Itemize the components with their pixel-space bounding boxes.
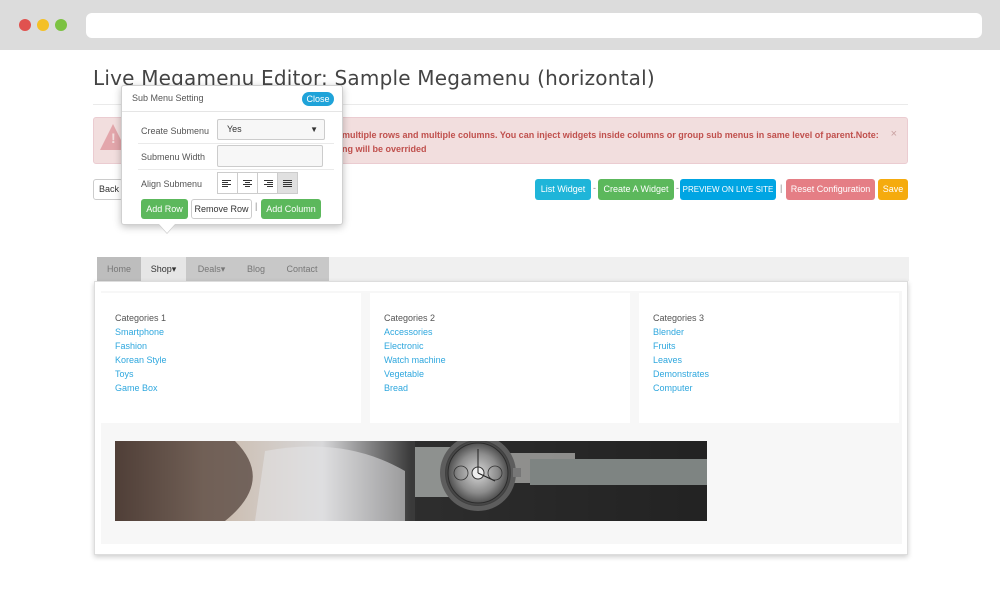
- select-caret-icon: ▼: [310, 125, 318, 134]
- align-button-group: [217, 172, 298, 194]
- list-widget-button[interactable]: List Widget: [535, 179, 591, 200]
- create-submenu-value: Yes: [227, 124, 242, 134]
- submenu-width-input[interactable]: [217, 145, 323, 167]
- alert-text-line1: multiple rows and multiple columns. You …: [342, 130, 879, 140]
- category-link[interactable]: Korean Style: [115, 355, 167, 365]
- category-link[interactable]: Fruits: [653, 341, 676, 351]
- address-bar[interactable]: [86, 13, 982, 38]
- popover-divider: [122, 111, 342, 112]
- submenu-width-label: Submenu Width: [141, 152, 206, 162]
- category-link[interactable]: Leaves: [653, 355, 682, 365]
- alert-text-line2: ng will be overrided: [342, 144, 427, 154]
- category-link[interactable]: Fashion: [115, 341, 147, 351]
- save-button[interactable]: Save: [878, 179, 908, 200]
- category-link[interactable]: Bread: [384, 383, 408, 393]
- menu-item-home[interactable]: Home: [97, 257, 141, 281]
- create-submenu-label: Create Submenu: [141, 126, 210, 136]
- row-divider: [138, 143, 334, 144]
- reset-configuration-button[interactable]: Reset Configuration: [786, 179, 875, 200]
- category-link[interactable]: Watch machine: [384, 355, 446, 365]
- megamenu-bar: Home Shop▾ Deals▾ Blog Contact: [97, 257, 909, 281]
- button-separator: |: [255, 201, 258, 211]
- banner-graphic: [115, 441, 707, 521]
- window-close-dot[interactable]: [19, 19, 31, 31]
- category-link[interactable]: Smartphone: [115, 327, 164, 337]
- category-link[interactable]: Electronic: [384, 341, 424, 351]
- window-minimize-dot[interactable]: [37, 19, 49, 31]
- menu-item-shop[interactable]: Shop▾: [141, 257, 186, 281]
- column-title: Categories 1: [115, 313, 167, 323]
- create-widget-button[interactable]: Create A Widget: [598, 179, 674, 200]
- submenu-column[interactable]: Categories 3 Blender Fruits Leaves Demon…: [639, 293, 899, 423]
- menu-item-contact[interactable]: Contact: [275, 257, 329, 281]
- column-title: Categories 2: [384, 313, 436, 323]
- watch-banner-image[interactable]: [115, 441, 707, 521]
- window-maximize-dot[interactable]: [55, 19, 67, 31]
- create-submenu-select[interactable]: Yes ▼: [217, 119, 325, 140]
- category-link[interactable]: Game Box: [115, 383, 158, 393]
- align-justify-icon[interactable]: [277, 172, 298, 194]
- browser-chrome: [0, 0, 1000, 50]
- category-link[interactable]: Computer: [653, 383, 693, 393]
- category-link[interactable]: Accessories: [384, 327, 433, 337]
- row-divider: [138, 169, 334, 170]
- menu-item-deals[interactable]: Deals▾: [186, 257, 237, 281]
- align-center-icon[interactable]: [237, 172, 258, 194]
- category-link[interactable]: Toys: [115, 369, 134, 379]
- align-submenu-label: Align Submenu: [141, 179, 203, 189]
- align-left-icon[interactable]: [217, 172, 238, 194]
- submenu-content: Categories 1 Smartphone Fashion Korean S…: [101, 291, 902, 544]
- category-link[interactable]: Vegetable: [384, 369, 424, 379]
- remove-row-button[interactable]: Remove Row: [191, 199, 252, 219]
- submenu-column[interactable]: Categories 2 Accessories Electronic Watc…: [370, 293, 630, 423]
- add-column-button[interactable]: Add Column: [261, 199, 321, 219]
- menu-item-blog[interactable]: Blog: [237, 257, 275, 281]
- submenu-setting-popover: Sub Menu Setting Close Create Submenu Ye…: [121, 85, 343, 233]
- toolbar-separator: -: [593, 183, 596, 193]
- column-title: Categories 3: [653, 313, 705, 323]
- back-button[interactable]: Back: [93, 179, 123, 200]
- toolbar-separator: -: [676, 183, 679, 193]
- preview-live-site-button[interactable]: PREVIEW ON LIVE SITE: [680, 179, 776, 200]
- alert-message: multiple rows and multiple columns. You …: [342, 128, 882, 156]
- category-link[interactable]: Blender: [653, 327, 684, 337]
- alert-close-icon[interactable]: ×: [891, 128, 897, 140]
- submenu-column[interactable]: Categories 1 Smartphone Fashion Korean S…: [101, 293, 361, 423]
- popover-arrow: [159, 224, 175, 233]
- popover-title: Sub Menu Setting: [132, 93, 204, 103]
- submenu-dropdown: Categories 1 Smartphone Fashion Korean S…: [94, 281, 908, 555]
- align-right-icon[interactable]: [257, 172, 278, 194]
- add-row-button[interactable]: Add Row: [141, 199, 188, 219]
- category-link[interactable]: Demonstrates: [653, 369, 709, 379]
- toolbar-separator: |: [780, 183, 783, 193]
- popover-close-button[interactable]: Close: [302, 92, 334, 106]
